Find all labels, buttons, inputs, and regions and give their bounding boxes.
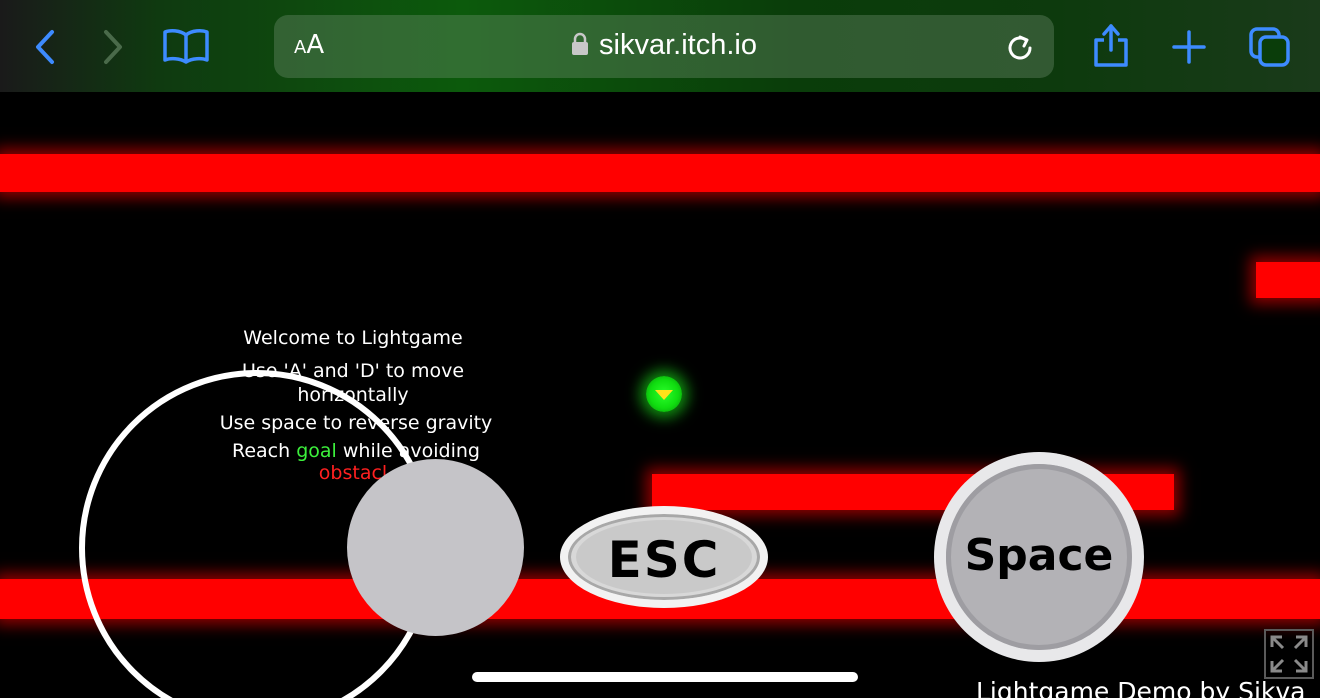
url-text: sikvar.itch.io xyxy=(599,29,757,61)
obstacle-bar-right xyxy=(1256,262,1320,298)
space-button-label: Space xyxy=(964,530,1114,581)
fullscreen-icon[interactable] xyxy=(1264,629,1314,679)
instruction-line-1: Welcome to Lightgame xyxy=(243,327,463,349)
goal-word: goal xyxy=(296,440,337,462)
game-credit: Lightgame Demo by Sikva xyxy=(976,677,1306,698)
instruction-line-2: Use 'A' and 'D' to move xyxy=(241,360,465,382)
back-icon[interactable] xyxy=(32,28,58,66)
tabs-icon[interactable] xyxy=(1248,26,1292,68)
address-bar[interactable]: AA sikvar.itch.io xyxy=(274,15,1054,78)
forward-icon[interactable] xyxy=(100,28,126,66)
instruction-line-3: horizontally xyxy=(297,384,409,406)
gravity-direction-icon xyxy=(655,390,673,400)
home-indicator xyxy=(472,672,858,682)
lock-icon xyxy=(572,32,589,55)
reload-icon[interactable] xyxy=(1004,32,1036,64)
browser-toolbar: AA sikvar.itch.io xyxy=(0,0,1320,92)
bookmarks-icon[interactable] xyxy=(162,27,210,65)
share-icon[interactable] xyxy=(1092,22,1130,68)
space-button[interactable]: Space xyxy=(934,452,1144,662)
esc-button[interactable]: ESC xyxy=(560,506,768,608)
game-canvas[interactable]: Welcome to Lightgame Use 'A' and 'D' to … xyxy=(0,92,1320,698)
instruction-line-4: Use space to reverse gravity xyxy=(219,412,493,434)
obstacle-bar-top xyxy=(0,154,1320,192)
new-tab-icon[interactable] xyxy=(1172,30,1206,64)
player-orb xyxy=(646,376,682,412)
esc-button-label: ESC xyxy=(607,531,721,589)
instruction-line-5: Reach goal while avoiding xyxy=(232,440,480,462)
joystick-knob[interactable] xyxy=(347,459,524,636)
